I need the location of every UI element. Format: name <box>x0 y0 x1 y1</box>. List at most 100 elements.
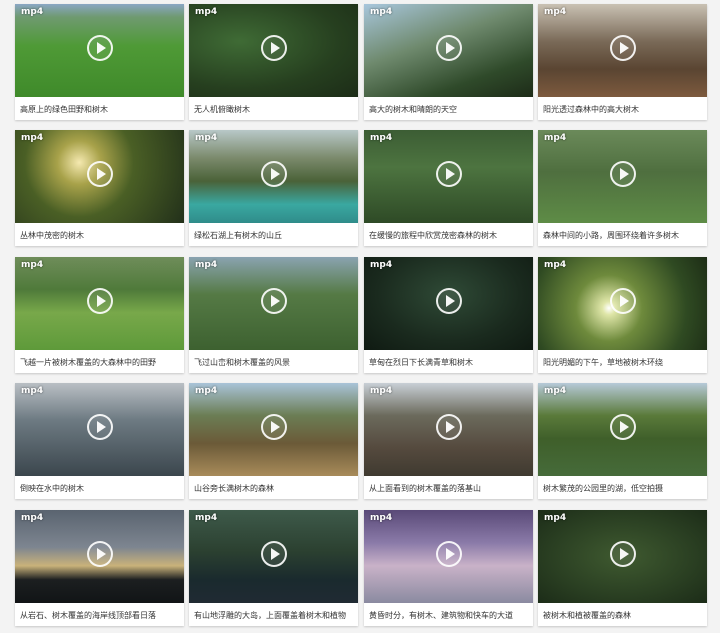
play-icon[interactable] <box>87 35 113 61</box>
format-badge: mp4 <box>370 133 393 143</box>
video-card[interactable]: mp4 高原上的绿色田野和树木 <box>15 4 184 120</box>
video-card[interactable]: mp4 高大的树木和晴朗的天空 <box>364 4 533 120</box>
video-caption[interactable]: 山谷旁长满树木的森林 <box>194 482 354 496</box>
format-badge: mp4 <box>370 7 393 17</box>
video-card[interactable]: mp4 黄昏时分，有树木、建筑物和快车的大道 <box>364 510 533 626</box>
format-badge: mp4 <box>544 133 567 143</box>
format-badge: mp4 <box>195 133 218 143</box>
play-icon[interactable] <box>436 541 462 567</box>
play-icon[interactable] <box>261 161 287 187</box>
video-card[interactable]: mp4 从岩石、树木覆盖的海岸线顶部看日落 <box>15 510 184 626</box>
format-badge: mp4 <box>195 386 218 396</box>
video-caption[interactable]: 无人机俯瞰树木 <box>194 103 354 117</box>
play-icon[interactable] <box>610 161 636 187</box>
format-badge: mp4 <box>21 7 44 17</box>
format-badge: mp4 <box>21 513 44 523</box>
video-card[interactable]: mp4 在缓慢的旅程中欣赏茂密森林的树木 <box>364 130 533 246</box>
video-thumbnail[interactable]: mp4 <box>364 4 533 97</box>
video-caption[interactable]: 飞过山峦和树木覆盖的风景 <box>194 356 354 370</box>
video-thumbnail[interactable]: mp4 <box>15 510 184 603</box>
video-card[interactable]: mp4 树木繁茂的公园里的湖，低空拍摄 <box>538 383 707 499</box>
play-icon[interactable] <box>610 414 636 440</box>
format-badge: mp4 <box>370 513 393 523</box>
video-thumbnail[interactable]: mp4 <box>15 4 184 97</box>
play-icon[interactable] <box>610 541 636 567</box>
video-caption[interactable]: 绿松石湖上有树木的山丘 <box>194 229 354 243</box>
video-card[interactable]: mp4 被树木和植被覆盖的森林 <box>538 510 707 626</box>
video-thumbnail[interactable]: mp4 <box>364 383 533 476</box>
video-caption[interactable]: 高大的树木和晴朗的天空 <box>369 103 529 117</box>
video-grid: mp4 高原上的绿色田野和树木 mp4 无人机俯瞰树木 mp4 高大的树木和晴朗… <box>0 0 720 633</box>
video-thumbnail[interactable]: mp4 <box>189 4 358 97</box>
video-thumbnail[interactable]: mp4 <box>15 130 184 223</box>
video-caption[interactable]: 从上面看到的树木覆盖的落基山 <box>369 482 529 496</box>
play-icon[interactable] <box>261 35 287 61</box>
video-card[interactable]: mp4 飞越一片被树木覆盖的大森林中的田野 <box>15 257 184 373</box>
video-caption[interactable]: 阳光明媚的下午，草地被树木环绕 <box>543 356 703 370</box>
video-card[interactable]: mp4 山谷旁长满树木的森林 <box>189 383 358 499</box>
play-icon[interactable] <box>261 414 287 440</box>
video-thumbnail[interactable]: mp4 <box>15 383 184 476</box>
video-thumbnail[interactable]: mp4 <box>538 257 707 350</box>
video-caption[interactable]: 飞越一片被树木覆盖的大森林中的田野 <box>20 356 180 370</box>
video-card[interactable]: mp4 有山地浮雕的大岛，上面覆盖着树木和植物 <box>189 510 358 626</box>
format-badge: mp4 <box>544 386 567 396</box>
video-thumbnail[interactable]: mp4 <box>189 130 358 223</box>
video-caption[interactable]: 丛林中茂密的树木 <box>20 229 180 243</box>
format-badge: mp4 <box>370 260 393 270</box>
format-badge: mp4 <box>21 260 44 270</box>
video-thumbnail[interactable]: mp4 <box>189 510 358 603</box>
video-thumbnail[interactable]: mp4 <box>538 4 707 97</box>
video-thumbnail[interactable]: mp4 <box>189 383 358 476</box>
format-badge: mp4 <box>21 386 44 396</box>
video-card[interactable]: mp4 无人机俯瞰树木 <box>189 4 358 120</box>
play-icon[interactable] <box>87 541 113 567</box>
video-thumbnail[interactable]: mp4 <box>189 257 358 350</box>
play-icon[interactable] <box>436 288 462 314</box>
format-badge: mp4 <box>370 386 393 396</box>
format-badge: mp4 <box>195 7 218 17</box>
format-badge: mp4 <box>21 133 44 143</box>
format-badge: mp4 <box>195 260 218 270</box>
format-badge: mp4 <box>195 513 218 523</box>
play-icon[interactable] <box>610 288 636 314</box>
video-card[interactable]: mp4 阳光透过森林中的高大树木 <box>538 4 707 120</box>
play-icon[interactable] <box>610 35 636 61</box>
video-thumbnail[interactable]: mp4 <box>538 510 707 603</box>
play-icon[interactable] <box>87 288 113 314</box>
video-thumbnail[interactable]: mp4 <box>15 257 184 350</box>
video-caption[interactable]: 阳光透过森林中的高大树木 <box>543 103 703 117</box>
play-icon[interactable] <box>87 161 113 187</box>
video-card[interactable]: mp4 草甸在烈日下长满青草和树木 <box>364 257 533 373</box>
video-caption[interactable]: 在缓慢的旅程中欣赏茂密森林的树木 <box>369 229 529 243</box>
video-caption[interactable]: 树木繁茂的公园里的湖，低空拍摄 <box>543 482 703 496</box>
video-card[interactable]: mp4 绿松石湖上有树木的山丘 <box>189 130 358 246</box>
play-icon[interactable] <box>436 161 462 187</box>
play-icon[interactable] <box>261 288 287 314</box>
play-icon[interactable] <box>436 35 462 61</box>
video-card[interactable]: mp4 森林中间的小路，周围环绕着许多树木 <box>538 130 707 246</box>
video-thumbnail[interactable]: mp4 <box>538 383 707 476</box>
format-badge: mp4 <box>544 260 567 270</box>
play-icon[interactable] <box>436 414 462 440</box>
video-caption[interactable]: 从岩石、树木覆盖的海岸线顶部看日落 <box>20 609 180 623</box>
video-caption[interactable]: 被树木和植被覆盖的森林 <box>543 609 703 623</box>
video-card[interactable]: mp4 从上面看到的树木覆盖的落基山 <box>364 383 533 499</box>
video-thumbnail[interactable]: mp4 <box>538 130 707 223</box>
play-icon[interactable] <box>261 541 287 567</box>
video-card[interactable]: mp4 倒映在水中的树木 <box>15 383 184 499</box>
video-caption[interactable]: 黄昏时分，有树木、建筑物和快车的大道 <box>369 609 529 623</box>
video-caption[interactable]: 有山地浮雕的大岛，上面覆盖着树木和植物 <box>194 609 354 623</box>
video-card[interactable]: mp4 飞过山峦和树木覆盖的风景 <box>189 257 358 373</box>
video-caption[interactable]: 森林中间的小路，周围环绕着许多树木 <box>543 229 703 243</box>
video-card[interactable]: mp4 丛林中茂密的树木 <box>15 130 184 246</box>
video-thumbnail[interactable]: mp4 <box>364 130 533 223</box>
video-caption[interactable]: 草甸在烈日下长满青草和树木 <box>369 356 529 370</box>
format-badge: mp4 <box>544 513 567 523</box>
play-icon[interactable] <box>87 414 113 440</box>
video-card[interactable]: mp4 阳光明媚的下午，草地被树木环绕 <box>538 257 707 373</box>
video-thumbnail[interactable]: mp4 <box>364 510 533 603</box>
video-thumbnail[interactable]: mp4 <box>364 257 533 350</box>
video-caption[interactable]: 高原上的绿色田野和树木 <box>20 103 180 117</box>
video-caption[interactable]: 倒映在水中的树木 <box>20 482 180 496</box>
